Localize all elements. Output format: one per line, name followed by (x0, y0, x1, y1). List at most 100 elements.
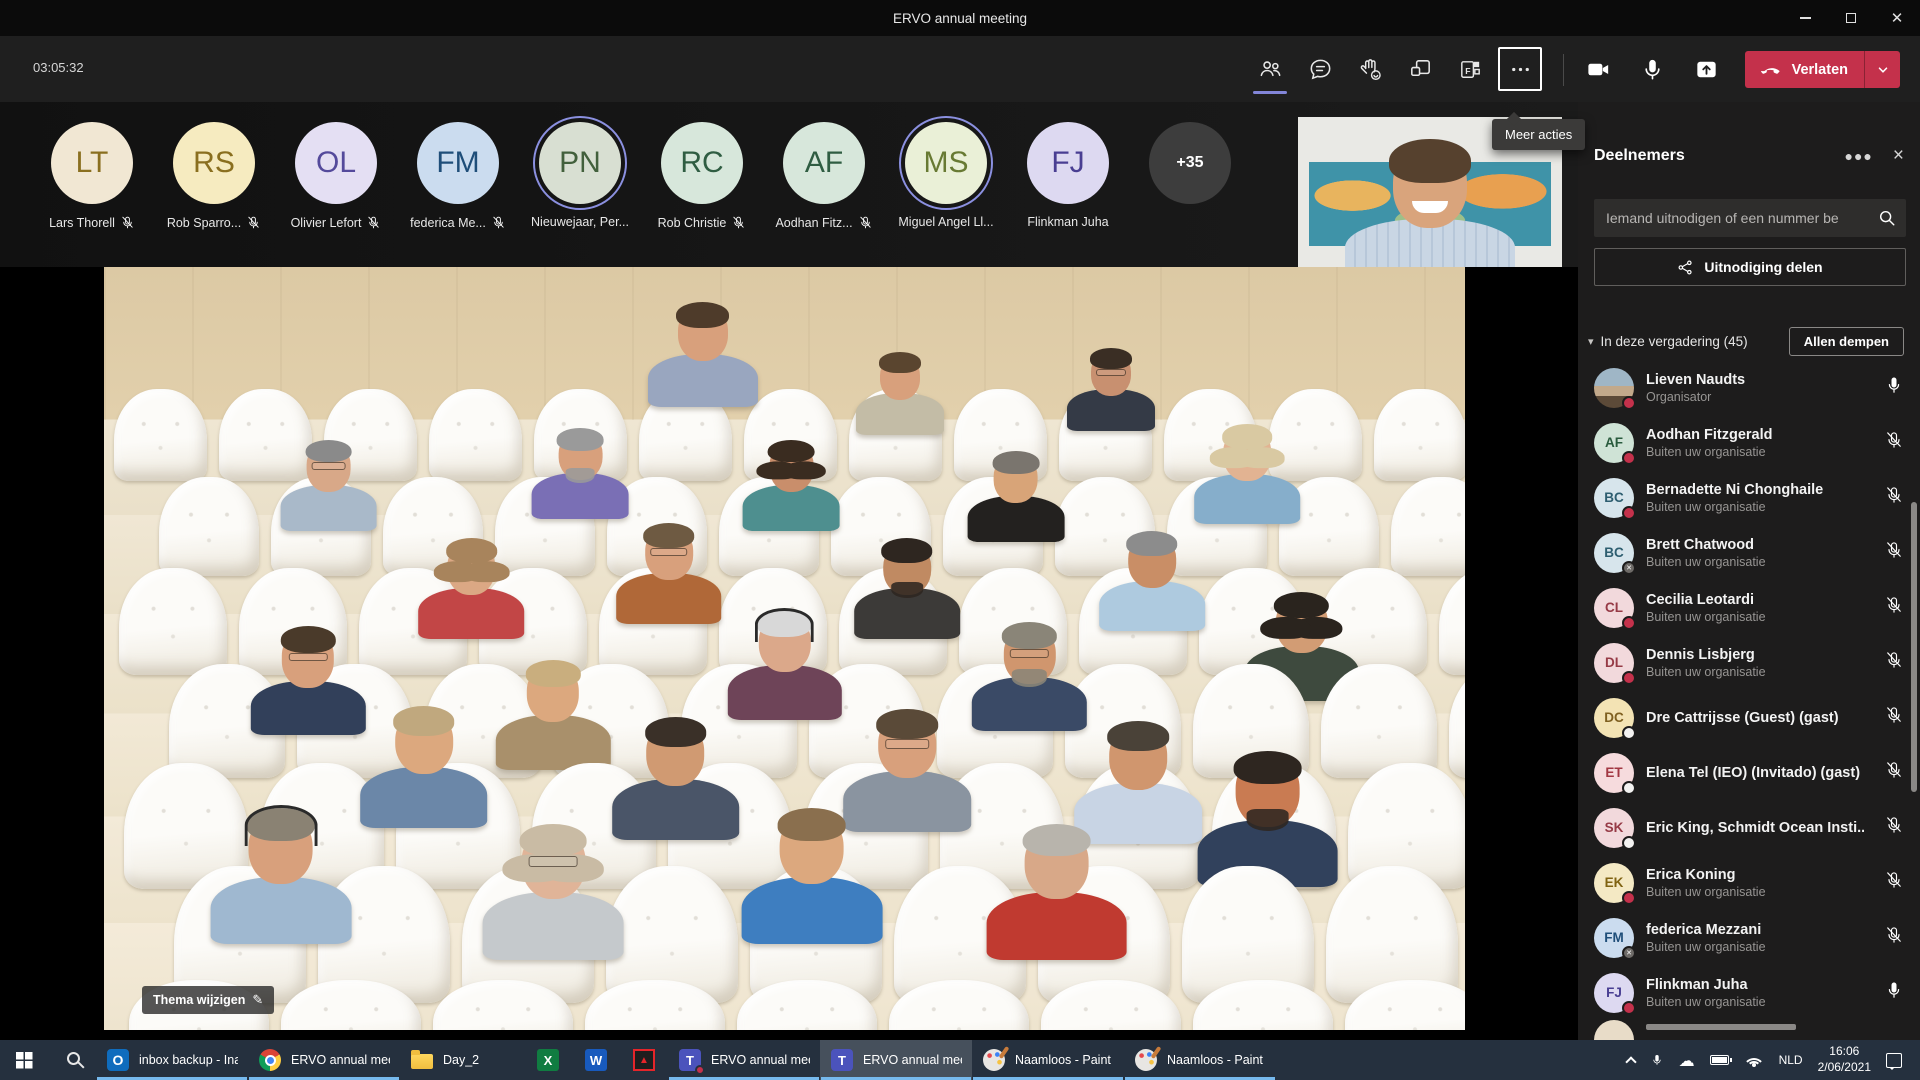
avatar-initials: OL (316, 146, 356, 180)
participant-row[interactable]: Lieven Naudts Organisator (1594, 360, 1920, 415)
participant-avatar[interactable]: RS Rob Sparro... (158, 116, 270, 230)
taskbar-item-paint[interactable]: Naamloos - Paint (972, 1040, 1124, 1080)
participant-subtitle: Buiten uw organisatie (1646, 665, 1766, 679)
taskbar-item-paint[interactable]: Naamloos - Paint (1124, 1040, 1276, 1080)
participant-mic[interactable] (1884, 540, 1904, 565)
participant-row[interactable]: DC Dre Cattrijsse (Guest) (gast) (1594, 690, 1920, 745)
mic-muted-icon (366, 215, 381, 230)
participant-avatar[interactable]: RC Rob Christie (646, 116, 758, 230)
tray-microphone-icon[interactable] (1650, 1052, 1664, 1068)
chair (1345, 980, 1465, 1030)
taskbar-item-chrome[interactable]: ERVO annual meeti... (248, 1040, 400, 1080)
participant-subtitle: Buiten uw organisatie (1646, 500, 1823, 514)
avatar-initials: CL (1605, 600, 1623, 615)
taskbar-item-teams[interactable]: T ERVO annual meeti... (668, 1040, 820, 1080)
avatar-row: LT Lars Thorell RS Rob Sparro... OL Oliv… (36, 116, 1246, 230)
share-screen-button[interactable] (1684, 47, 1728, 91)
reactions-button[interactable] (1348, 47, 1392, 91)
mic-muted-icon (1884, 925, 1904, 945)
participant-row[interactable]: ET Elena Tel (IEO) (Invitado) (gast) (1594, 745, 1920, 800)
more-actions-button[interactable] (1498, 47, 1542, 91)
taskbar-item-acrobat[interactable]: ▲ (620, 1040, 668, 1080)
participant-mic[interactable] (1884, 925, 1904, 950)
taskbar-item-search[interactable] (48, 1040, 96, 1080)
taskbar-item-start[interactable] (0, 1040, 48, 1080)
participant-avatar[interactable]: FJ Flinkman Juha (1012, 116, 1124, 230)
participant-avatar[interactable]: FM federica Me... (402, 116, 514, 230)
participant-mic[interactable] (1884, 760, 1904, 785)
chat-button[interactable] (1298, 47, 1342, 91)
participant-row[interactable]: FM ✕ federica Mezzani Buiten uw organisa… (1594, 910, 1920, 965)
language-indicator[interactable]: NLD (1779, 1053, 1803, 1067)
participant-avatar[interactable]: OL Olivier Lefort (280, 116, 392, 230)
participant-row[interactable]: SK Eric King, Schmidt Ocean Insti... (1594, 800, 1920, 855)
mic-muted-icon (1884, 540, 1904, 560)
participant-row[interactable]: DL Dennis Lisbjerg Buiten uw organisatie (1594, 635, 1920, 690)
window-controls: ✕ (1782, 0, 1920, 36)
collapse-triangle-icon[interactable]: ▾ (1588, 335, 1594, 348)
participant-mic[interactable] (1884, 375, 1904, 400)
participant-avatar[interactable]: LT Lars Thorell (36, 116, 148, 230)
participants-button[interactable] (1248, 47, 1292, 91)
participant-mic[interactable] (1884, 650, 1904, 675)
share-invite-label: Uitnodiging delen (1704, 259, 1822, 275)
participant-avatar[interactable]: AF Aodhan Fitz... (768, 116, 880, 230)
toolbar-divider (1563, 54, 1564, 86)
mic-muted-icon (731, 215, 746, 230)
change-theme-button[interactable]: Thema wijzigen ✎ (142, 986, 274, 1014)
close-button[interactable]: ✕ (1874, 0, 1920, 36)
participant-row[interactable]: BC Bernadette Ni Chonghaile Buiten uw or… (1594, 470, 1920, 525)
avatar-initials: MS (924, 146, 969, 180)
leave-button[interactable]: Verlaten (1745, 51, 1864, 88)
participant-row[interactable]: FJ Flinkman Juha Buiten uw organisatie (1594, 965, 1920, 1020)
participant-avatar[interactable]: PN Nieuwejaar, Per... (524, 116, 636, 230)
participant-mic[interactable] (1884, 485, 1904, 510)
panel-more-icon[interactable]: ●●● (1845, 148, 1873, 164)
avatar-initials: PN (559, 146, 601, 180)
participant-mic[interactable] (1884, 870, 1904, 895)
restore-button[interactable] (1828, 0, 1874, 36)
participant-row[interactable]: BC ✕ Brett Chatwood Buiten uw organisati… (1594, 525, 1920, 580)
taskbar-item-folder[interactable]: Day_2 (400, 1040, 524, 1080)
media-controls (1576, 47, 1728, 91)
breakout-rooms-button[interactable] (1398, 47, 1442, 91)
avatar-name-label: Flinkman Juha (1027, 215, 1108, 229)
participant-row[interactable]: EK Erica Koning Buiten uw organisatie (1594, 855, 1920, 910)
taskbar-item-word[interactable]: W (572, 1040, 620, 1080)
leave-label: Verlaten (1792, 62, 1848, 78)
taskbar-item-teams[interactable]: T ERVO annual meeti... (820, 1040, 972, 1080)
taskbar-item-excel[interactable]: X (524, 1040, 572, 1080)
participant-row[interactable]: AF Aodhan Fitzgerald Buiten uw organisat… (1594, 415, 1920, 470)
participant-avatar[interactable]: +35 (1134, 116, 1246, 230)
participant-mic[interactable] (1884, 980, 1904, 1005)
wifi-icon[interactable] (1744, 1053, 1764, 1067)
microphone-button[interactable] (1630, 47, 1674, 91)
onedrive-icon[interactable]: ☁ (1679, 1051, 1695, 1070)
participant-row-clipped[interactable] (1594, 1020, 1920, 1040)
raise-hand-icon (1357, 56, 1384, 83)
start-icon (12, 1048, 36, 1072)
participant-mic[interactable] (1884, 705, 1904, 730)
minimize-button[interactable] (1782, 0, 1828, 36)
participant-mic[interactable] (1884, 430, 1904, 455)
participant-mic[interactable] (1884, 815, 1904, 840)
chair (114, 389, 207, 481)
clock[interactable]: 16:06 2/06/2021 (1818, 1044, 1871, 1075)
apps-button[interactable]: F (1448, 47, 1492, 91)
mic-muted-icon (1884, 705, 1904, 725)
participant-mic[interactable] (1884, 595, 1904, 620)
panel-scrollbar[interactable] (1911, 502, 1917, 792)
taskbar-item-outlook[interactable]: O inbox backup - Ina... (96, 1040, 248, 1080)
leave-options-button[interactable] (1864, 51, 1900, 88)
action-center-icon[interactable] (1886, 1053, 1902, 1068)
participant-avatar[interactable]: MS Miguel Angel Ll... (890, 116, 1002, 230)
invite-search-input[interactable] (1594, 210, 1878, 226)
panel-close-icon[interactable]: × (1893, 146, 1904, 165)
mute-all-button[interactable]: Allen dempen (1789, 327, 1904, 356)
share-invite-button[interactable]: Uitnodiging delen (1594, 248, 1906, 286)
tray-chevron-icon[interactable] (1625, 1056, 1636, 1067)
camera-button[interactable] (1576, 47, 1620, 91)
participant-row[interactable]: CL Cecilia Leotardi Buiten uw organisati… (1594, 580, 1920, 635)
avatar-name-label: Olivier Lefort (291, 216, 362, 230)
battery-icon[interactable] (1710, 1055, 1729, 1065)
